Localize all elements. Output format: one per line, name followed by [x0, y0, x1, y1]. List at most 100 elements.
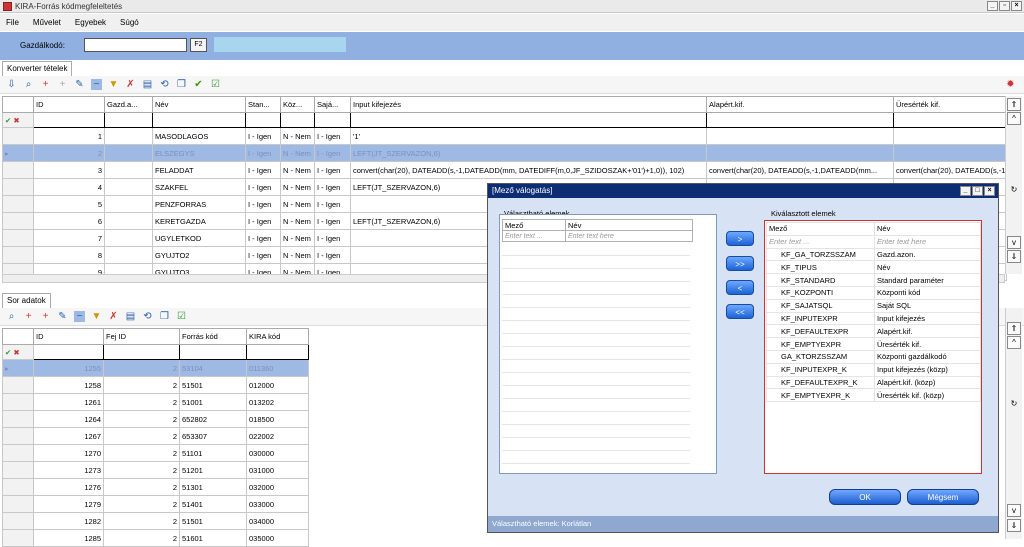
col-header-koz[interactable]: Köz...	[280, 96, 315, 113]
selected-nev-cell[interactable]: Név	[874, 260, 981, 275]
filter-cell[interactable]	[246, 344, 309, 360]
filter-row-buttons[interactable]: ✔ ✖	[2, 112, 34, 128]
table-cell[interactable]: MASODLAGOS	[152, 127, 246, 145]
table-row[interactable]: 1285 2 51601 035000	[2, 529, 309, 547]
table-cell[interactable]: convert(char(20), DATEADD(s,-1,DATEADD(m…	[350, 161, 707, 179]
table-cell[interactable]: 2	[33, 144, 105, 162]
list-item[interactable]: KF_INPUTEXPR_K Input kifejezés (közp)	[766, 362, 981, 377]
table-cell[interactable]	[104, 229, 153, 247]
row-header[interactable]	[2, 229, 34, 247]
table-cell[interactable]: N - Nem	[280, 246, 315, 264]
filter-cell[interactable]	[179, 344, 247, 360]
bottom-vertical-scrollbar[interactable]: ⇑ ^ ↻ v ⇓	[1005, 308, 1022, 539]
table-cell[interactable]: 032000	[246, 478, 309, 496]
check-icon[interactable]: ✔	[193, 79, 204, 90]
delete-icon[interactable]: −	[74, 311, 85, 322]
table-cell[interactable]: N - Nem	[280, 229, 315, 247]
table-cell[interactable]: I - Igen	[314, 144, 351, 162]
table-cell[interactable]: 1258	[33, 376, 104, 394]
table-cell[interactable]: UGYLETKOD	[152, 229, 246, 247]
selected-mezo-cell[interactable]: KF_TIPUS	[766, 260, 875, 275]
col-header-kira-kod[interactable]: KIRA kód	[246, 328, 309, 345]
move-all-left-button[interactable]: <<	[726, 304, 754, 319]
list-item[interactable]: KF_DEFAULTEXPR Alapért.kif.	[766, 324, 981, 339]
list-item[interactable]: KF_GA_TORZSSZAM Gazd.azon.	[766, 247, 981, 262]
available-mezo-filter[interactable]: Enter text ...	[502, 230, 566, 242]
col-header-alapert[interactable]: Alapért.kif.	[706, 96, 894, 113]
selected-nev-filter[interactable]: Enter text here	[874, 234, 981, 249]
col-header-fej-id[interactable]: Fej ID	[103, 328, 180, 345]
search-icon[interactable]: ⌕	[23, 79, 34, 90]
table-cell[interactable]: I - Igen	[245, 212, 281, 230]
menu-egyebek[interactable]: Egyebek	[75, 18, 106, 27]
table-cell[interactable]: 2	[103, 444, 180, 462]
row-header[interactable]	[2, 512, 34, 530]
delete-icon[interactable]: −	[91, 79, 102, 90]
table-cell[interactable]: 1264	[33, 410, 104, 428]
filter-cell[interactable]	[350, 112, 707, 128]
filter-cell[interactable]	[245, 112, 281, 128]
row-header[interactable]	[2, 461, 34, 479]
row-header[interactable]	[2, 410, 34, 428]
selected-nev-cell[interactable]: Alapért.kif.	[874, 324, 981, 339]
table-cell[interactable]: 653307	[179, 427, 247, 445]
table-cell[interactable]: I - Igen	[245, 246, 281, 264]
table-cell[interactable]: N - Nem	[280, 212, 315, 230]
table-cell[interactable]: 1255	[33, 359, 104, 377]
filter-row-buttons[interactable]: ✔ ✖	[2, 344, 34, 360]
edit-icon[interactable]: ✎	[57, 311, 68, 322]
table-cell[interactable]: convert(char(20), DATEADD(s,-1,DATEADD(m…	[893, 161, 1007, 179]
table-cell[interactable]: I - Igen	[314, 127, 351, 145]
scroll-down-button[interactable]: v	[1007, 236, 1021, 249]
filter-cell[interactable]	[893, 112, 1007, 128]
table-cell[interactable]: 022002	[246, 427, 309, 445]
gazdalkodo-input[interactable]	[84, 38, 187, 52]
confirm-icon[interactable]: ☑	[176, 311, 187, 322]
table-row[interactable]: 1279 2 51401 033000	[2, 495, 309, 513]
table-cell[interactable]: I - Igen	[314, 212, 351, 230]
table-cell[interactable]: N - Nem	[280, 195, 315, 213]
edit-icon[interactable]: ✎	[74, 79, 85, 90]
move-right-button[interactable]: >	[726, 231, 754, 246]
table-row[interactable]: 3 FELADDAT I - Igen N - Nem I - Igen convert(…	[2, 161, 1007, 179]
col-header-stan[interactable]: Stan...	[245, 96, 281, 113]
settings-icon[interactable]: ✹	[1005, 79, 1016, 90]
filter-icon[interactable]: ▼	[108, 79, 119, 90]
selected-mezo-cell[interactable]: KF_EMPTYEXPR	[766, 337, 875, 351]
copy-icon[interactable]: ❐	[176, 79, 187, 90]
available-col-nev[interactable]: Név	[565, 219, 693, 231]
filter-cell[interactable]	[104, 112, 153, 128]
selected-nev-cell[interactable]: Saját SQL	[874, 298, 981, 313]
selected-mezo-cell[interactable]: KF_DEFAULTEXPR_K	[766, 375, 875, 390]
table-row[interactable]: ▸ 2 ELSZEGYS I - Igen N - Nem I - Igen LEFT(JT…	[2, 144, 1007, 162]
table-cell[interactable]: 1	[33, 127, 105, 145]
table-cell[interactable]: N - Nem	[280, 144, 315, 162]
row-header[interactable]	[2, 393, 34, 411]
table-cell[interactable]: 51001	[179, 393, 247, 411]
table-cell[interactable]: PENZFORRAS	[152, 195, 246, 213]
table-cell[interactable]: I - Igen	[245, 229, 281, 247]
col-header-id[interactable]: ID	[33, 96, 105, 113]
scroll-top-button[interactable]: ⇑	[1007, 322, 1021, 335]
table-cell[interactable]: 51501	[179, 376, 247, 394]
clear-filter-icon[interactable]: ✗	[125, 79, 136, 90]
row-header[interactable]	[2, 376, 34, 394]
minimize-button[interactable]: _	[987, 1, 998, 11]
table-cell[interactable]: ELSZEGYS	[152, 144, 246, 162]
table-cell[interactable]: 034000	[246, 512, 309, 530]
table-cell[interactable]: 2	[103, 461, 180, 479]
table-row[interactable]: 1267 2 653307 022002	[2, 427, 309, 445]
table-cell[interactable]: 8	[33, 246, 105, 264]
list-item[interactable]: GA_KTORZSSZAM Központi gazdálkodó	[766, 349, 981, 364]
row-header[interactable]	[2, 529, 34, 547]
available-items-list[interactable]	[502, 243, 690, 469]
row-header[interactable]	[2, 212, 34, 230]
table-cell[interactable]: 1279	[33, 495, 104, 513]
table-cell[interactable]: N - Nem	[280, 178, 315, 196]
table-cell[interactable]: FELADDAT	[152, 161, 246, 179]
filter-cell[interactable]	[103, 344, 180, 360]
table-cell[interactable]: 012000	[246, 376, 309, 394]
row-header[interactable]: ▸	[2, 144, 34, 162]
list-item[interactable]: KF_EMPTYEXPR Üresérték kif.	[766, 337, 981, 351]
table-cell[interactable]: 011360	[246, 359, 309, 377]
